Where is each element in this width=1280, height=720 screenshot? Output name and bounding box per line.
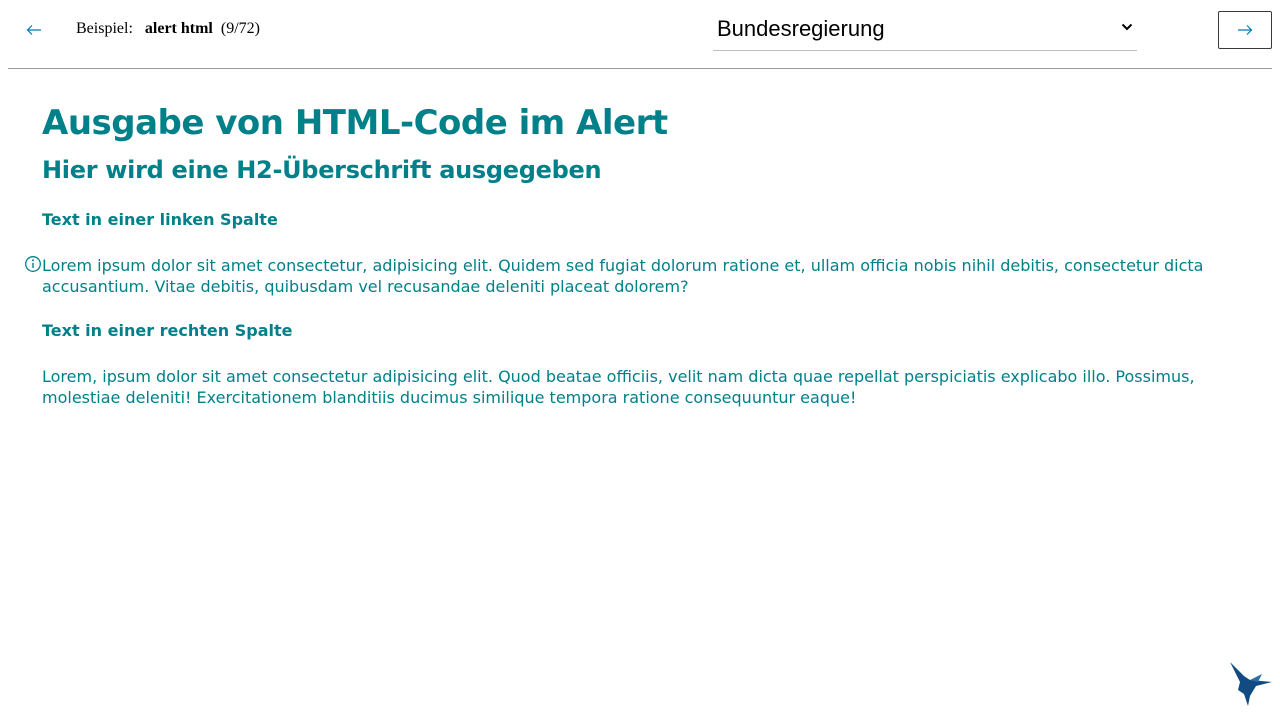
arrow-right-icon bbox=[1238, 25, 1253, 35]
alert-heading-1: Ausgabe von HTML-Code im Alert bbox=[42, 103, 668, 143]
info-circle-icon bbox=[25, 256, 41, 272]
theme-select-value: Bundesregierung bbox=[717, 16, 885, 41]
arrow-left-icon bbox=[26, 25, 41, 35]
example-name: alert html bbox=[144, 20, 213, 37]
previous-example-button[interactable] bbox=[18, 14, 50, 46]
chevron-down-icon bbox=[1121, 23, 1133, 31]
left-column-text: Lorem ipsum dolor sit amet consectetur, … bbox=[42, 256, 1204, 296]
example-label: Beispiel: alert html (9/72) bbox=[76, 20, 260, 38]
next-example-button[interactable] bbox=[1218, 11, 1272, 49]
left-column-title: Text in einer linken Spalte bbox=[42, 210, 278, 229]
theme-select[interactable]: Bundesregierung bbox=[713, 10, 1137, 51]
example-count: (9/72) bbox=[220, 20, 260, 37]
hummingbird-logo bbox=[1230, 662, 1272, 706]
toolbar-divider bbox=[8, 68, 1272, 69]
right-column-title: Text in einer rechten Spalte bbox=[42, 321, 293, 340]
right-column-text: Lorem, ipsum dolor sit amet consectetur … bbox=[42, 367, 1195, 407]
example-prefix: Beispiel: bbox=[76, 20, 133, 37]
example-toolbar: Beispiel: alert html (9/72) Bundesregier… bbox=[0, 0, 1280, 68]
alert-heading-2: Hier wird eine H2-Überschrift ausgegeben bbox=[42, 156, 602, 184]
